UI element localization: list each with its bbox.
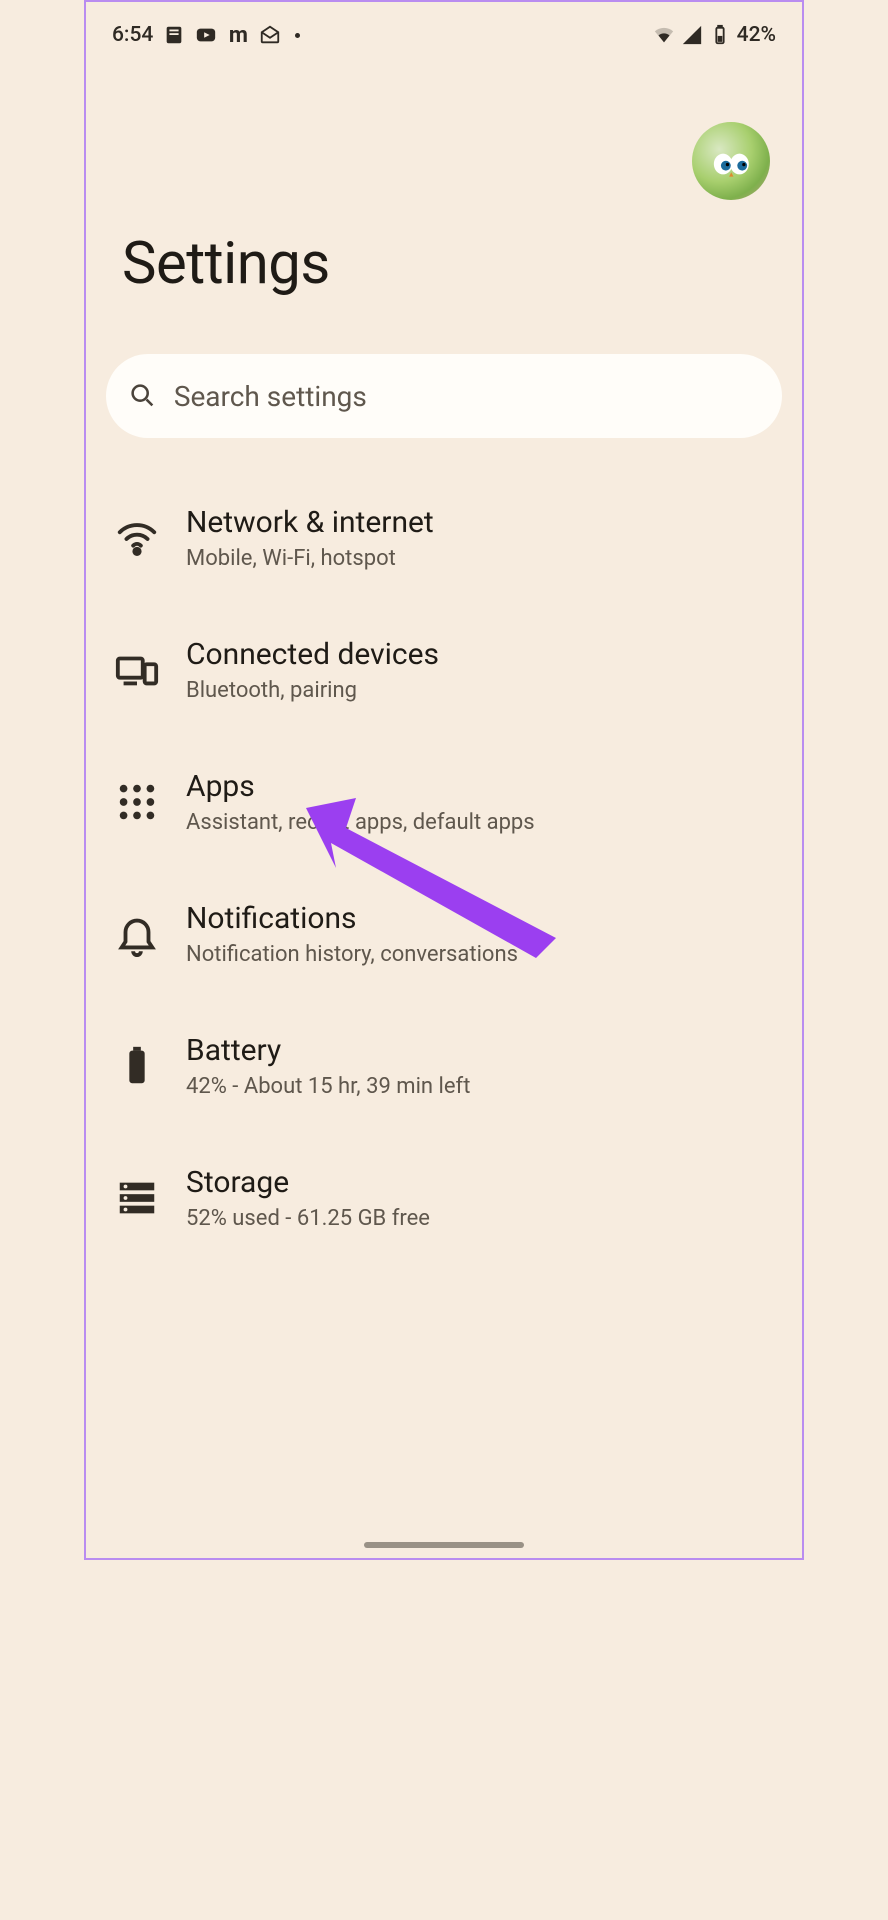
row-apps[interactable]: Apps Assistant, recent apps, default app… <box>86 736 802 868</box>
row-subtitle: Assistant, recent apps, default apps <box>186 810 535 835</box>
row-title: Network & internet <box>186 505 434 540</box>
reader-icon <box>163 24 185 46</box>
battery-icon <box>709 24 731 46</box>
row-network-internet[interactable]: Network & internet Mobile, Wi-Fi, hotspo… <box>86 472 802 604</box>
row-title: Apps <box>186 769 535 804</box>
m-icon: m <box>227 24 249 46</box>
row-battery[interactable]: Battery 42% - About 15 hr, 39 min left <box>86 1000 802 1132</box>
row-title: Battery <box>186 1033 470 1068</box>
settings-list: Network & internet Mobile, Wi-Fi, hotspo… <box>86 438 802 1264</box>
nav-handle[interactable] <box>364 1542 524 1548</box>
signal-icon <box>681 24 703 46</box>
status-right: 42% <box>653 23 776 47</box>
devices-icon <box>114 647 160 693</box>
row-subtitle: 52% used - 61.25 GB free <box>186 1206 430 1231</box>
wifi-icon <box>114 515 160 561</box>
status-time: 6:54 <box>112 23 153 47</box>
page-title: Settings <box>122 230 774 298</box>
search-input[interactable] <box>174 380 760 413</box>
row-title: Storage <box>186 1165 430 1200</box>
mail-icon <box>259 24 281 46</box>
wifi-icon <box>653 24 675 46</box>
battery-icon <box>114 1043 160 1089</box>
storage-icon <box>114 1175 160 1221</box>
row-subtitle: 42% - About 15 hr, 39 min left <box>186 1074 470 1099</box>
row-subtitle: Mobile, Wi-Fi, hotspot <box>186 546 434 571</box>
row-title: Connected devices <box>186 637 439 672</box>
youtube-icon <box>195 24 217 46</box>
status-bar: 6:54 m 42% <box>86 2 802 54</box>
row-notifications[interactable]: Notifications Notification history, conv… <box>86 868 802 1000</box>
header: Settings <box>86 54 802 298</box>
status-left: 6:54 m <box>112 23 300 47</box>
apps-grid-icon <box>114 779 160 825</box>
search-bar[interactable] <box>106 354 782 438</box>
row-subtitle: Notification history, conversations <box>186 942 518 967</box>
row-connected-devices[interactable]: Connected devices Bluetooth, pairing <box>86 604 802 736</box>
status-battery-text: 42% <box>737 23 776 47</box>
more-notifications-dot <box>295 33 300 38</box>
row-storage[interactable]: Storage 52% used - 61.25 GB free <box>86 1132 802 1264</box>
row-title: Notifications <box>186 901 518 936</box>
bell-icon <box>114 911 160 957</box>
row-subtitle: Bluetooth, pairing <box>186 678 439 703</box>
profile-avatar[interactable] <box>692 122 770 200</box>
search-icon <box>128 381 156 411</box>
